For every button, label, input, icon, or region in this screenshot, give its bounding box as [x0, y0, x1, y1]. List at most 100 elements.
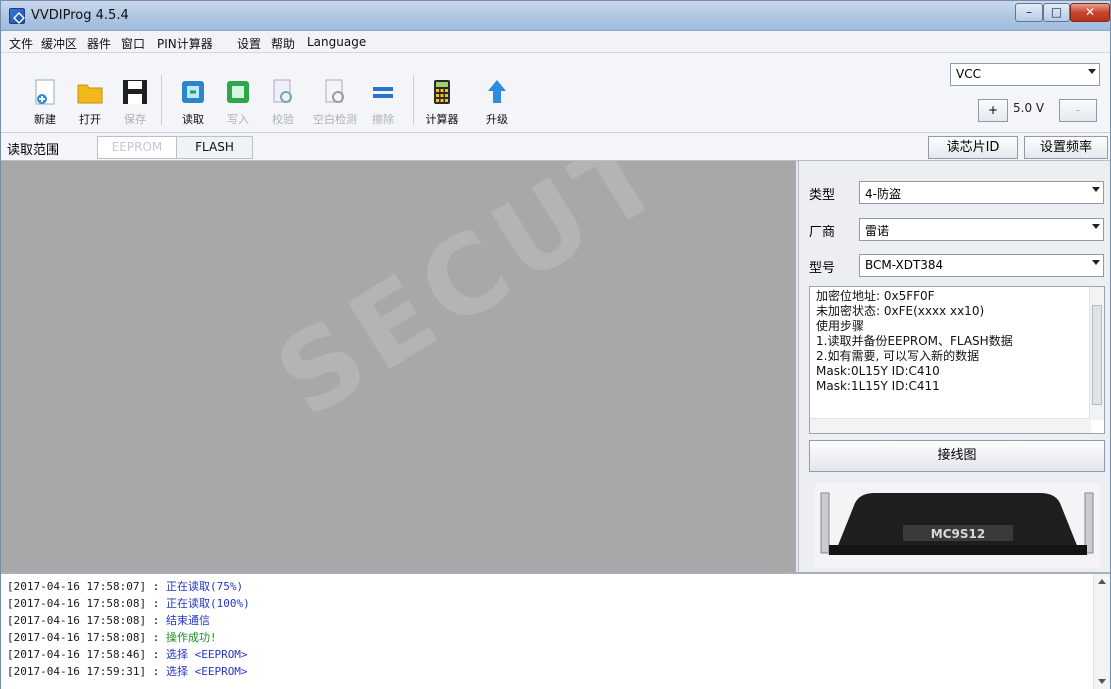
log-time: [2017-04-16 17:59:31]	[7, 665, 147, 678]
device-panel: 类型 4-防盗 厂商 雷诺 型号 BCM-XDT384 加密位地址: 0x5FF…	[798, 161, 1110, 572]
blank-check-icon	[325, 79, 344, 103]
log-line: [2017-04-16 17:59:31] : 选择 <EEPROM>	[7, 663, 248, 679]
write-chip-icon	[227, 81, 249, 103]
menu-file[interactable]: 文件	[9, 35, 33, 52]
log-message: 选择 <EEPROM>	[165, 665, 248, 678]
adapter-illustration: MC9S12	[820, 492, 1094, 555]
chevron-down-icon	[1088, 69, 1096, 74]
log-time: [2017-04-16 17:58:08]	[7, 597, 147, 610]
log-line: [2017-04-16 17:58:08] : 操作成功!	[7, 629, 217, 645]
upgrade-button[interactable]: 升级	[475, 77, 519, 127]
info-line: 使用步骤	[816, 319, 865, 333]
log-separator: :	[146, 648, 166, 661]
log-message: 正在读取(100%)	[165, 597, 250, 610]
toolbar-separator	[413, 75, 414, 125]
type-value: 4-防盗	[865, 187, 901, 201]
log-message: 正在读取(75%)	[165, 580, 244, 593]
erase-button[interactable]: 擦除	[361, 77, 405, 127]
power-source-value: VCC	[956, 67, 981, 81]
info-line: 1.读取并备份EEPROM、FLASH数据	[816, 334, 1013, 348]
verify-button[interactable]: 校验	[261, 77, 305, 127]
toolbar-separator	[161, 75, 162, 125]
log-line: [2017-04-16 17:58:46] : 选择 <EEPROM>	[7, 646, 248, 662]
open-label: 打开	[79, 113, 101, 126]
read-chip-icon	[182, 81, 204, 103]
menu-bar: 文件 缓冲区 器件 窗口 PIN计算器 设置 帮助 Language	[1, 31, 1110, 53]
write-label: 写入	[227, 113, 249, 126]
info-line: Mask:0L15Y ID:C410	[816, 364, 940, 378]
info-line: 2.如有需要, 可以写入新的数据	[816, 349, 980, 363]
blank-check-label: 空白检测	[313, 113, 357, 126]
log-line: [2017-04-16 17:58:07] : 正在读取(75%)	[7, 578, 243, 594]
voltage-value: 5.0 V	[1013, 101, 1045, 115]
model-select[interactable]: BCM-XDT384	[859, 254, 1104, 277]
save-button[interactable]: 保存	[113, 77, 157, 127]
log-separator: :	[146, 580, 166, 593]
upgrade-label: 升级	[486, 113, 508, 126]
close-button[interactable]: ✕	[1070, 3, 1110, 22]
set-frequency-button[interactable]: 设置频率	[1024, 136, 1108, 159]
voltage-increase-button[interactable]: +	[978, 99, 1008, 122]
info-line: 加密位地址: 0x5FF0F	[816, 289, 935, 303]
calculator-label: 计算器	[425, 113, 459, 126]
open-button[interactable]: 打开	[68, 77, 112, 127]
menu-settings[interactable]: 设置	[237, 35, 261, 52]
menu-device[interactable]: 器件	[87, 35, 111, 52]
vendor-select[interactable]: 雷诺	[859, 218, 1104, 241]
log-vertical-scrollbar[interactable]	[1093, 574, 1110, 689]
info-line: Mask:1L15Y ID:C411	[816, 379, 940, 393]
app-window: VVDIProg 4.5.4 – □ ✕ 文件 缓冲区 器件 窗口 PIN计算器…	[0, 0, 1111, 689]
model-value: BCM-XDT384	[865, 258, 944, 272]
tab-eeprom[interactable]: EEPROM	[97, 136, 177, 159]
log-message: 选择 <EEPROM>	[165, 648, 248, 661]
read-range-bar: 读取范围 EEPROM FLASH 读芯片ID 设置频率	[1, 133, 1110, 161]
scrollbar-thumb[interactable]	[1092, 305, 1102, 405]
calculator-icon	[434, 80, 450, 104]
upgrade-arrow-icon	[488, 80, 506, 103]
type-select[interactable]: 4-防盗	[859, 181, 1104, 204]
log-separator: :	[146, 665, 166, 678]
open-folder-icon	[77, 84, 103, 104]
maximize-button[interactable]: □	[1043, 3, 1070, 22]
minimize-button[interactable]: –	[1015, 3, 1043, 22]
chip-label: MC9S12	[931, 527, 985, 541]
tab-flash[interactable]: FLASH	[177, 136, 253, 159]
blank-check-button[interactable]: 空白检测	[309, 77, 361, 127]
log-separator: :	[146, 614, 166, 627]
read-label: 读取	[182, 113, 204, 126]
menu-language[interactable]: Language	[307, 35, 366, 49]
menu-pin-calculator[interactable]: PIN计算器	[157, 35, 213, 52]
scroll-up-icon[interactable]	[1098, 579, 1106, 584]
new-button[interactable]: 新建	[23, 77, 67, 127]
menu-window[interactable]: 窗口	[121, 35, 145, 52]
write-button[interactable]: 写入	[216, 77, 260, 127]
log-line: [2017-04-16 17:58:08] : 结束通信	[7, 612, 210, 628]
chevron-down-icon	[1092, 224, 1100, 229]
log-message: 结束通信	[165, 614, 210, 627]
log-time: [2017-04-16 17:58:08]	[7, 631, 147, 644]
info-vertical-scrollbar[interactable]	[1089, 287, 1104, 420]
buffer-view[interactable]: SECUT	[1, 161, 796, 572]
info-line: 未加密状态: 0xFE(xxxx xx10)	[816, 304, 985, 318]
read-button[interactable]: 读取	[171, 77, 215, 127]
new-file-icon	[35, 79, 55, 105]
read-chip-id-button[interactable]: 读芯片ID	[928, 136, 1018, 159]
menu-help[interactable]: 帮助	[271, 35, 295, 52]
chevron-down-icon	[1092, 187, 1100, 192]
wiring-diagram-button[interactable]: 接线图	[809, 440, 1105, 472]
scroll-down-icon[interactable]	[1098, 679, 1106, 684]
power-source-select[interactable]: VCC	[950, 63, 1100, 86]
watermark-text: SECUT	[256, 161, 689, 443]
chip-adapter-image: MC9S12	[815, 483, 1100, 568]
info-horizontal-scrollbar[interactable]	[810, 418, 1091, 433]
log-panel[interactable]: [2017-04-16 17:58:07] : 正在读取(75%) [2017-…	[1, 572, 1110, 689]
menu-buffer[interactable]: 缓冲区	[41, 35, 77, 52]
log-time: [2017-04-16 17:58:07]	[7, 580, 147, 593]
log-separator: :	[146, 597, 166, 610]
log-message: 操作成功!	[165, 631, 217, 644]
read-range-label: 读取范围	[7, 143, 60, 158]
device-info-box[interactable]: 加密位地址: 0x5FF0F 未加密状态: 0xFE(xxxx xx10) 使用…	[809, 286, 1105, 434]
voltage-decrease-button[interactable]: -	[1059, 99, 1097, 122]
calculator-button[interactable]: 计算器	[420, 77, 464, 127]
new-label: 新建	[34, 113, 56, 126]
